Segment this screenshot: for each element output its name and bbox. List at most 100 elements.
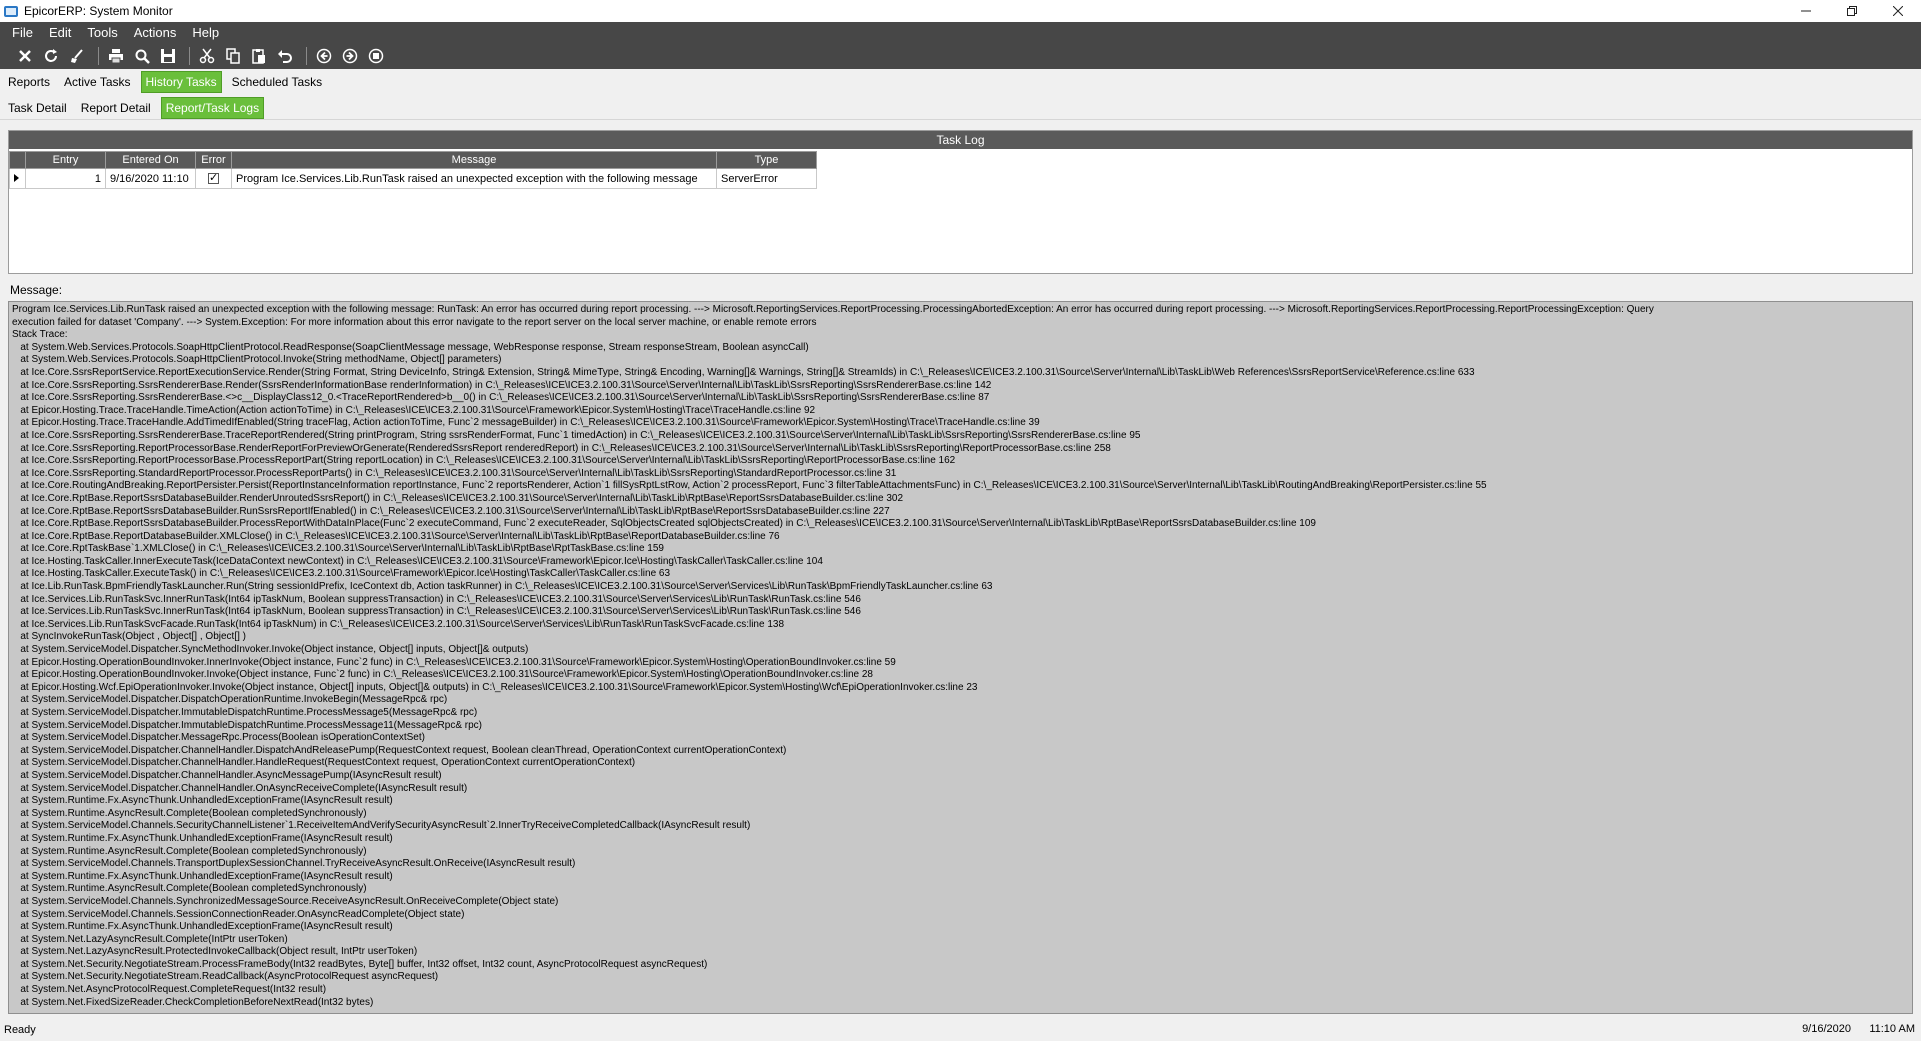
message-line: at Epicor.Hosting.OperationBoundInvoker.… <box>12 656 896 668</box>
print-icon <box>109 48 123 63</box>
message-line: at System.ServiceModel.Dispatcher.Immuta… <box>12 707 478 718</box>
print-preview-icon <box>135 49 150 64</box>
message-line: Stack Trace: <box>12 329 68 341</box>
tab-report-task-logs[interactable]: Report/Task Logs <box>160 96 265 119</box>
message-line: at System.ServiceModel.Dispatcher.Dispat… <box>12 694 448 706</box>
grid-header-row: Entry Entered On Error Message Type <box>9 151 817 169</box>
row-selector[interactable] <box>9 168 26 189</box>
message-line: at System.ServiceModel.Dispatcher.Channe… <box>12 782 468 794</box>
forward-button[interactable] <box>339 45 361 67</box>
print-button[interactable] <box>105 45 127 67</box>
menu-tools[interactable]: Tools <box>85 25 119 40</box>
message-line: at System.Runtime.AsyncResult.Complete(B… <box>12 883 367 895</box>
message-line: at System.Web.Services.Protocols.SoapHtt… <box>12 341 809 353</box>
status-text: Ready <box>4 1023 36 1036</box>
cut-icon <box>199 48 215 63</box>
undo-button[interactable] <box>274 45 296 67</box>
message-line: at Ice.Services.Lib.RunTaskSvcFacade.Run… <box>12 618 785 630</box>
print-preview-button[interactable] <box>131 45 153 67</box>
message-line: at System.Runtime.Fx.AsyncThunk.Unhandle… <box>12 795 393 807</box>
cell-type[interactable]: ServerError <box>716 168 817 189</box>
cell-entered-on[interactable]: 9/16/2020 11:10 <box>105 168 196 189</box>
error-checkbox[interactable] <box>208 171 219 185</box>
table-row[interactable]: 1 9/16/2020 11:10 Program Ice.Services.L… <box>9 168 817 189</box>
refresh-button[interactable] <box>40 45 62 67</box>
message-textbox[interactable]: Program Ice.Services.Lib.RunTask raised … <box>8 301 1913 1014</box>
tab-active-tasks[interactable]: Active Tasks <box>60 72 134 92</box>
toolbar-separator <box>306 46 307 65</box>
stop-button[interactable] <box>365 45 387 67</box>
close-tool-button[interactable] <box>14 45 36 67</box>
cell-message[interactable]: Program Ice.Services.Lib.RunTask raised … <box>231 168 717 189</box>
cell-entry[interactable]: 1 <box>25 168 106 189</box>
app-icon <box>4 5 18 17</box>
column-header-entry[interactable]: Entry <box>25 151 106 169</box>
message-line: at Ice.Core.SsrsReporting.SsrsRendererBa… <box>12 379 992 391</box>
message-line: at Ice.Core.SsrsReporting.SsrsRendererBa… <box>12 392 990 404</box>
close-icon <box>1893 6 1903 16</box>
tab-report-detail[interactable]: Report Detail <box>77 98 155 118</box>
message-line: at Epicor.Hosting.OperationBoundInvoker.… <box>12 669 873 681</box>
paste-button[interactable] <box>248 45 270 67</box>
menu-actions[interactable]: Actions <box>132 25 179 40</box>
message-line: at System.ServiceModel.Channels.SessionC… <box>12 908 465 920</box>
message-line: at Ice.Hosting.TaskCaller.ExecuteTask() … <box>12 568 671 580</box>
copy-button[interactable] <box>222 45 244 67</box>
restore-button[interactable] <box>1829 0 1875 22</box>
message-line: at Ice.Core.RptBase.ReportDatabaseBuilde… <box>12 530 780 542</box>
status-date: 9/16/2020 <box>1802 1023 1851 1035</box>
message-line: at System.ServiceModel.Dispatcher.Channe… <box>12 769 442 781</box>
message-line: Program Ice.Services.Lib.RunTask raised … <box>12 304 1654 315</box>
save-icon <box>161 48 175 63</box>
message-line: at System.ServiceModel.Channels.Security… <box>12 820 751 832</box>
menu-edit[interactable]: Edit <box>47 25 73 40</box>
message-line: at Epicor.Hosting.Trace.TraceHandle.Time… <box>12 404 816 416</box>
message-line: at Ice.Core.SsrsReporting.ReportProcesso… <box>12 455 956 467</box>
column-header-message[interactable]: Message <box>231 151 717 169</box>
menu-bar: File Edit Tools Actions Help <box>0 22 1921 42</box>
tab-scheduled-tasks[interactable]: Scheduled Tasks <box>228 72 327 92</box>
column-header-error[interactable]: Error <box>195 151 232 169</box>
clear-button[interactable] <box>66 45 88 67</box>
message-line: at Ice.Core.SsrsReporting.ReportProcesso… <box>12 442 1111 454</box>
message-line: at System.Net.AsyncProtocolRequest.Compl… <box>12 984 327 996</box>
save-button[interactable] <box>157 45 179 67</box>
restore-icon <box>1847 6 1857 16</box>
message-line: at System.Web.Services.Protocols.SoapHtt… <box>12 354 502 366</box>
close-button[interactable] <box>1875 0 1921 22</box>
column-header-entered-on[interactable]: Entered On <box>105 151 196 169</box>
message-line: at Ice.Core.SsrsReporting.StandardReport… <box>12 467 897 479</box>
menu-help[interactable]: Help <box>190 25 221 40</box>
message-line: at System.ServiceModel.Dispatcher.SyncMe… <box>12 644 529 656</box>
tab-history-tasks[interactable]: History Tasks <box>140 71 222 93</box>
message-line: at Ice.Core.RptBase.ReportSsrsDatabaseBu… <box>12 492 904 504</box>
message-line: at Ice.Core.RoutingAndBreaking.ReportPer… <box>12 480 1487 492</box>
message-line: at SyncInvokeRunTask(Object , Object[] ,… <box>12 631 246 643</box>
back-button[interactable] <box>313 45 335 67</box>
column-header-type[interactable]: Type <box>716 151 817 169</box>
minimize-button[interactable] <box>1783 0 1829 22</box>
tab-reports[interactable]: Reports <box>4 72 54 92</box>
message-line: at Ice.Services.Lib.RunTaskSvc.InnerRunT… <box>12 606 861 618</box>
cut-button[interactable] <box>196 45 218 67</box>
paste-icon <box>252 48 265 64</box>
title-bar: EpicorERP: System Monitor <box>0 0 1921 22</box>
system-monitor-window: EpicorERP: System Monitor File Edit Tool… <box>0 0 1921 1041</box>
message-line: at Ice.Core.RptTaskBase`1.XMLClose() in … <box>12 543 664 555</box>
back-icon <box>316 48 332 63</box>
tab-task-detail[interactable]: Task Detail <box>4 98 71 118</box>
window-controls <box>1783 0 1921 22</box>
message-line: at System.Runtime.Fx.AsyncThunk.Unhandle… <box>12 870 393 882</box>
message-line: at System.Net.FixedSizeReader.CheckCompl… <box>12 996 374 1008</box>
cell-error[interactable] <box>195 168 232 189</box>
toolbar-separator <box>98 46 99 65</box>
row-pointer-icon <box>14 173 19 182</box>
message-line: at System.Runtime.Fx.AsyncThunk.Unhandle… <box>12 921 393 933</box>
sub-tab-bar: Task Detail Report Detail Report/Task Lo… <box>0 96 1921 119</box>
window-title: EpicorERP: System Monitor <box>24 4 173 18</box>
toolbar-separator <box>189 46 190 65</box>
message-line: at System.Net.Security.NegotiateStream.R… <box>12 971 439 983</box>
message-line: at Ice.Core.SsrsReporting.SsrsRendererBa… <box>12 429 1141 441</box>
status-bar: Ready 9/16/2020 11:10 AM <box>0 1018 1921 1041</box>
menu-file[interactable]: File <box>10 25 35 40</box>
